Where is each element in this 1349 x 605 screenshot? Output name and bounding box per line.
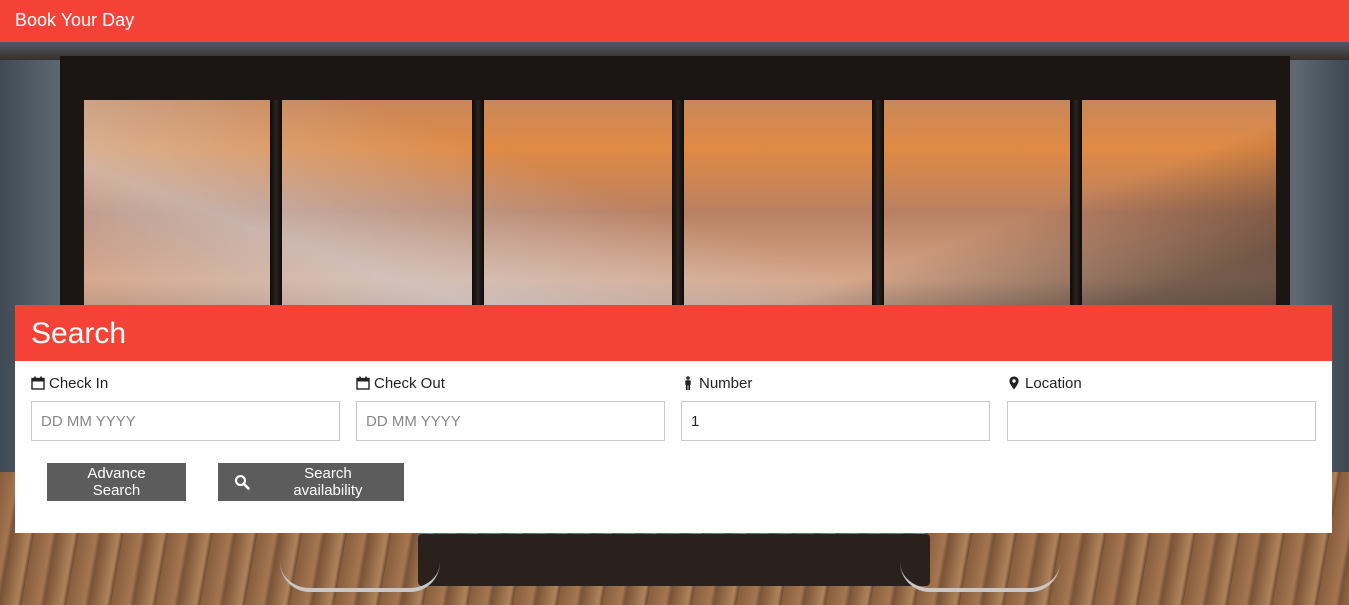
location-label: Location (1025, 374, 1082, 392)
search-panel: Search Check In DD MM YYYY Check Out DD … (15, 305, 1332, 533)
calendar-icon (356, 376, 370, 390)
check-in-input[interactable] (31, 401, 340, 441)
location-label-row: Location (1007, 361, 1316, 401)
app-header: Book Your Day (0, 0, 1349, 42)
bench (418, 534, 930, 586)
search-panel-title: Search (31, 317, 127, 350)
calendar-icon (31, 376, 45, 390)
check-in-field-group: Check In (31, 361, 340, 441)
app-title[interactable]: Book Your Day (15, 10, 134, 30)
number-input[interactable] (681, 401, 990, 441)
check-out-input[interactable] (356, 401, 665, 441)
advance-search-label: Advance Search (87, 465, 146, 499)
map-marker-icon (1009, 376, 1019, 390)
search-fields: Check In Check Out (15, 361, 1332, 461)
check-in-label: Check In (49, 374, 109, 392)
number-label-row: Number (681, 361, 990, 401)
number-field-group: Number (681, 361, 990, 441)
check-in-label-row: Check In (31, 361, 340, 401)
search-icon (234, 474, 250, 490)
number-label: Number (699, 374, 753, 392)
advance-search-button[interactable]: Advance Search (47, 463, 186, 501)
check-out-label-row: Check Out (356, 361, 665, 401)
person-icon (685, 376, 691, 390)
search-availability-label: Search availability (293, 465, 363, 499)
check-out-field-group: Check Out (356, 361, 665, 441)
bench-leg (280, 562, 440, 592)
bench-leg (900, 562, 1060, 592)
check-out-label: Check Out (374, 374, 445, 392)
location-input[interactable] (1007, 401, 1316, 441)
search-availability-button[interactable]: Search availability (218, 463, 404, 501)
search-panel-header: Search (15, 305, 1332, 361)
location-field-group: Location (1007, 361, 1316, 441)
